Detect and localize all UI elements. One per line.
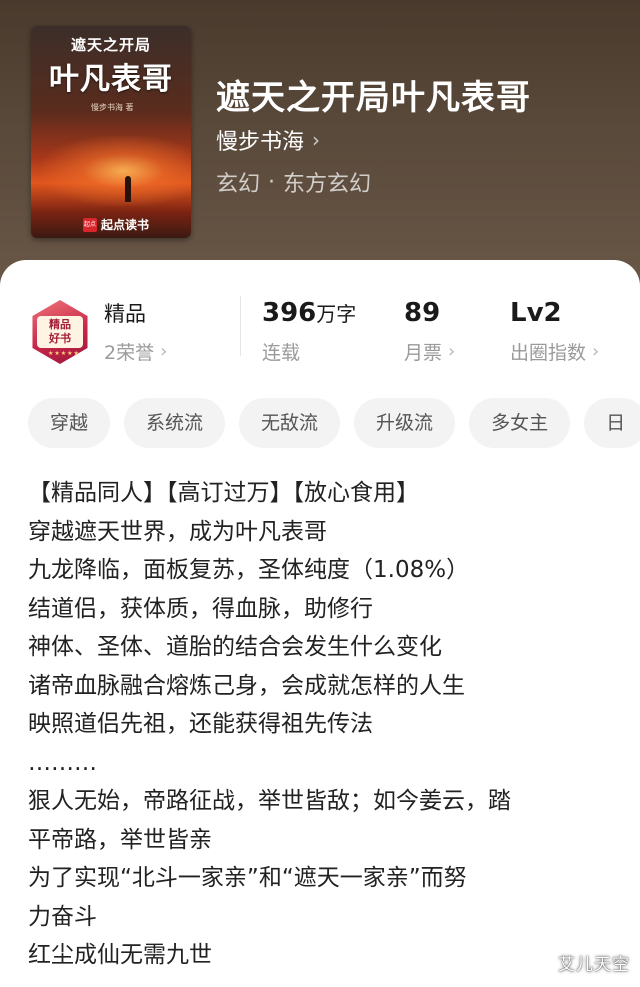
premium-stat[interactable]: 精品 2荣誉 › xyxy=(104,298,167,365)
description-line: 九龙降临，面板复苏，圣体纯度（1.08%） xyxy=(28,557,470,583)
stats-divider xyxy=(240,296,241,356)
badge-stars-icon: ★★★★★ xyxy=(48,350,80,357)
word-count-stat: 396万字 连载 xyxy=(262,298,356,365)
tag-chip[interactable]: 日 xyxy=(584,398,640,448)
description-line: 诸帝血脉融合熔炼己身，会成就怎样的人生 xyxy=(28,672,465,699)
book-header: 遮天之开局 叶凡表哥 慢步书海 著 起点 起点读书 遮天之开局叶凡表哥 慢步书海… xyxy=(0,0,640,300)
description-line: 红尘成仙无需九世 xyxy=(28,942,212,968)
premium-label: 精品 xyxy=(104,302,146,326)
description-line: 映照道侣先祖，还能获得祖先传法 xyxy=(28,711,373,737)
author-link[interactable]: 慢步书海 › xyxy=(216,124,320,156)
tag-chip[interactable]: 升级流 xyxy=(354,398,456,448)
book-description[interactable]: 【精品同人】【高订过万】【放心食用】 穿越遮天世界，成为叶凡表哥 九龙降临，面板… xyxy=(28,474,608,975)
tag-chip[interactable]: 无敌流 xyxy=(239,398,341,448)
tag-chip[interactable]: 系统流 xyxy=(124,398,226,448)
description-line: 狠人无始，帝路征战，举世皆敌；如今姜云，踏 xyxy=(28,788,511,814)
cover-figure xyxy=(125,176,131,202)
monthly-ticket-stat[interactable]: 89 月票 › xyxy=(404,298,455,365)
description-line: 平帝路，举世皆亲 xyxy=(28,826,212,853)
chevron-right-icon: › xyxy=(448,341,456,362)
honor-count: 2荣誉 xyxy=(104,342,155,364)
serial-status: 连载 xyxy=(262,342,301,364)
cover-brand-text: 起点读书 xyxy=(101,218,150,232)
chevron-right-icon: › xyxy=(312,128,321,152)
author-name: 慢步书海 xyxy=(216,130,305,155)
premium-badge-icon[interactable]: 精品 好书 ★★★★★ xyxy=(28,300,92,364)
description-line: 神体、圣体、道胎的结合会发生什么变化 xyxy=(28,634,442,660)
description-line: 力奋斗 xyxy=(28,903,97,930)
genre-separator: · xyxy=(268,169,276,195)
cover-author: 慢步书海 著 xyxy=(91,103,134,112)
book-detail-card: 精品 好书 ★★★★★ 精品 2荣誉 › 396万字 连载 89 月票 › Lv… xyxy=(0,260,640,987)
description-line: 穿越遮天世界，成为叶凡表哥 xyxy=(28,518,327,545)
tag-chip[interactable]: 穿越 xyxy=(28,398,111,448)
monthly-ticket-value: 89 xyxy=(404,298,441,328)
word-count-unit: 万字 xyxy=(316,302,357,326)
breakout-index-value: Lv2 xyxy=(510,298,562,328)
brand-logo-icon: 起点 xyxy=(83,217,97,232)
cover-title-big: 叶凡表哥 xyxy=(49,62,173,97)
cover-fire-glow xyxy=(41,136,191,206)
description-line: ……… xyxy=(28,749,97,776)
description-line: 结道侣，获体质，得血脉，助修行 xyxy=(28,595,373,622)
book-title: 遮天之开局叶凡表哥 xyxy=(216,78,531,118)
description-line: 【精品同人】【高订过万】【放心食用】 xyxy=(28,480,419,506)
chevron-right-icon: › xyxy=(592,341,600,362)
tag-chip[interactable]: 多女主 xyxy=(469,398,571,448)
cover-brand: 起点 起点读书 xyxy=(83,216,149,233)
badge-text: 精品 好书 xyxy=(37,316,83,348)
word-count-value: 396 xyxy=(262,298,317,328)
breakout-index-label: 出圈指数 xyxy=(510,342,587,364)
monthly-ticket-label: 月票 xyxy=(404,342,443,364)
chevron-right-icon: › xyxy=(160,341,168,362)
watermark: 艾儿天空 xyxy=(558,955,630,975)
book-cover[interactable]: 遮天之开局 叶凡表哥 慢步书海 著 起点 起点读书 xyxy=(31,26,191,238)
cover-title-small: 遮天之开局 xyxy=(70,36,151,54)
subgenre-label[interactable]: 东方玄幻 xyxy=(283,166,371,198)
breakout-index-stat[interactable]: Lv2 出圈指数 › xyxy=(510,298,599,365)
genre-row: 玄幻 · 东方玄幻 xyxy=(216,166,371,198)
tag-list: 穿越 系统流 无敌流 升级流 多女主 日 xyxy=(28,398,640,448)
description-line: 为了实现“北斗一家亲”和“遮天一家亲”而努 xyxy=(28,865,467,891)
genre-label[interactable]: 玄幻 xyxy=(216,166,260,198)
